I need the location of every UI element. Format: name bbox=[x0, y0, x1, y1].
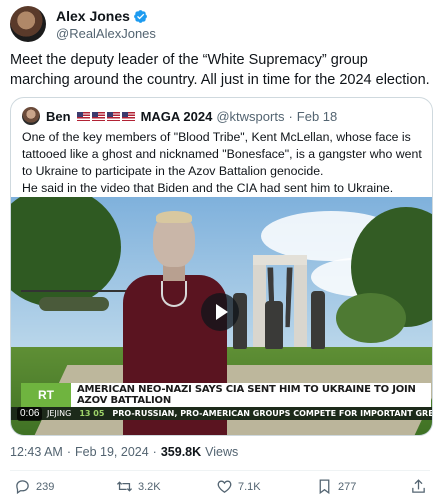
video-tree bbox=[336, 293, 406, 343]
ticker-headline: PRO-RUSSIAN, PRO-AMERICAN GROUPS COMPETE… bbox=[112, 409, 432, 418]
repost-button[interactable]: 3.2K bbox=[116, 478, 161, 495]
author-name-row: Alex Jones bbox=[56, 8, 148, 24]
video-player[interactable]: RT AMERICAN NEO-NAZI SAYS CIA SENT HIM T… bbox=[11, 197, 432, 435]
quote-text-line1: One of the key members of "Blood Tribe",… bbox=[22, 130, 422, 178]
quote-author-name[interactable]: Ben bbox=[46, 109, 71, 124]
meta-separator: · bbox=[152, 445, 157, 459]
quote-text: One of the key members of "Blood Tribe",… bbox=[22, 129, 427, 197]
heart-icon bbox=[217, 480, 232, 493]
person-chain bbox=[161, 281, 187, 307]
meta-separator: · bbox=[66, 445, 71, 459]
views-count: 359.8K bbox=[160, 445, 202, 459]
quote-text-line2: He said in the video that Biden and the … bbox=[22, 181, 394, 195]
like-button[interactable]: 7.1K bbox=[216, 478, 261, 495]
repost-count: 3.2K bbox=[138, 480, 161, 493]
monument-top bbox=[253, 255, 307, 265]
quoted-tweet[interactable]: Ben MAGA 2024 @ktwsports · Feb 18 One of… bbox=[10, 97, 433, 436]
us-flag-icon bbox=[91, 111, 105, 121]
person-hair bbox=[156, 211, 192, 223]
reply-button[interactable]: 239 bbox=[14, 478, 54, 495]
quote-header: Ben MAGA 2024 @ktwsports · Feb 18 bbox=[22, 106, 337, 126]
repost-icon bbox=[116, 481, 133, 492]
tweet-time[interactable]: 12:43 AM bbox=[10, 445, 63, 459]
share-button[interactable] bbox=[410, 478, 427, 495]
statue bbox=[311, 291, 325, 349]
helicopter-rotor bbox=[21, 290, 131, 292]
like-count: 7.1K bbox=[238, 480, 261, 493]
quote-date[interactable]: Feb 18 bbox=[297, 109, 337, 124]
bookmark-count: 277 bbox=[338, 480, 357, 493]
us-flag-icon bbox=[121, 111, 135, 121]
verified-badge-icon bbox=[134, 9, 147, 23]
ticker-time: 13 05 bbox=[79, 409, 105, 418]
monument-right bbox=[294, 255, 307, 347]
video-chyron: AMERICAN NEO-NAZI SAYS CIA SENT HIM TO U… bbox=[71, 383, 431, 407]
quote-separator: · bbox=[288, 108, 293, 124]
ticker-prefix: JEJING bbox=[47, 409, 72, 418]
bookmark-icon bbox=[319, 479, 330, 495]
reply-count: 239 bbox=[36, 480, 55, 493]
tweet-text: Meet the deputy leader of the “White Sup… bbox=[10, 52, 430, 88]
video-duration-badge: 0:06 bbox=[17, 407, 43, 421]
chyron-text: AMERICAN NEO-NAZI SAYS CIA SENT HIM TO U… bbox=[77, 384, 416, 406]
author-handle[interactable]: @RealAlexJones bbox=[56, 26, 156, 41]
us-flag-icon bbox=[106, 111, 120, 121]
divider bbox=[10, 470, 430, 471]
reply-icon bbox=[16, 480, 29, 495]
us-flag-icon bbox=[76, 111, 90, 121]
bookmark-button[interactable]: 277 bbox=[316, 478, 356, 495]
tweet-header: Alex Jones @RealAlexJones bbox=[10, 6, 430, 42]
play-button-icon[interactable] bbox=[201, 293, 239, 331]
tweet-date[interactable]: Feb 19, 2024 bbox=[75, 445, 149, 459]
quote-author-tag: MAGA 2024 bbox=[140, 108, 213, 124]
quote-avatar[interactable] bbox=[22, 107, 40, 125]
views-label: Views bbox=[205, 445, 239, 459]
author-name[interactable]: Alex Jones bbox=[56, 8, 130, 24]
tweet-meta: 12:43 AM · Feb 19, 2024 · 359.8K Views bbox=[10, 445, 238, 459]
video-ticker: JEJING 13 05 PRO-RUSSIAN, PRO-AMERICAN G… bbox=[11, 407, 432, 420]
quote-handle: @ktwsports bbox=[216, 108, 285, 124]
share-icon bbox=[412, 479, 425, 493]
channel-logo: RT bbox=[21, 383, 71, 407]
flag-emojis bbox=[76, 111, 135, 121]
action-bar: 239 3.2K 7.1K 277 bbox=[0, 478, 440, 500]
helicopter bbox=[39, 297, 109, 311]
statue bbox=[265, 301, 283, 349]
author-avatar[interactable] bbox=[10, 6, 46, 42]
